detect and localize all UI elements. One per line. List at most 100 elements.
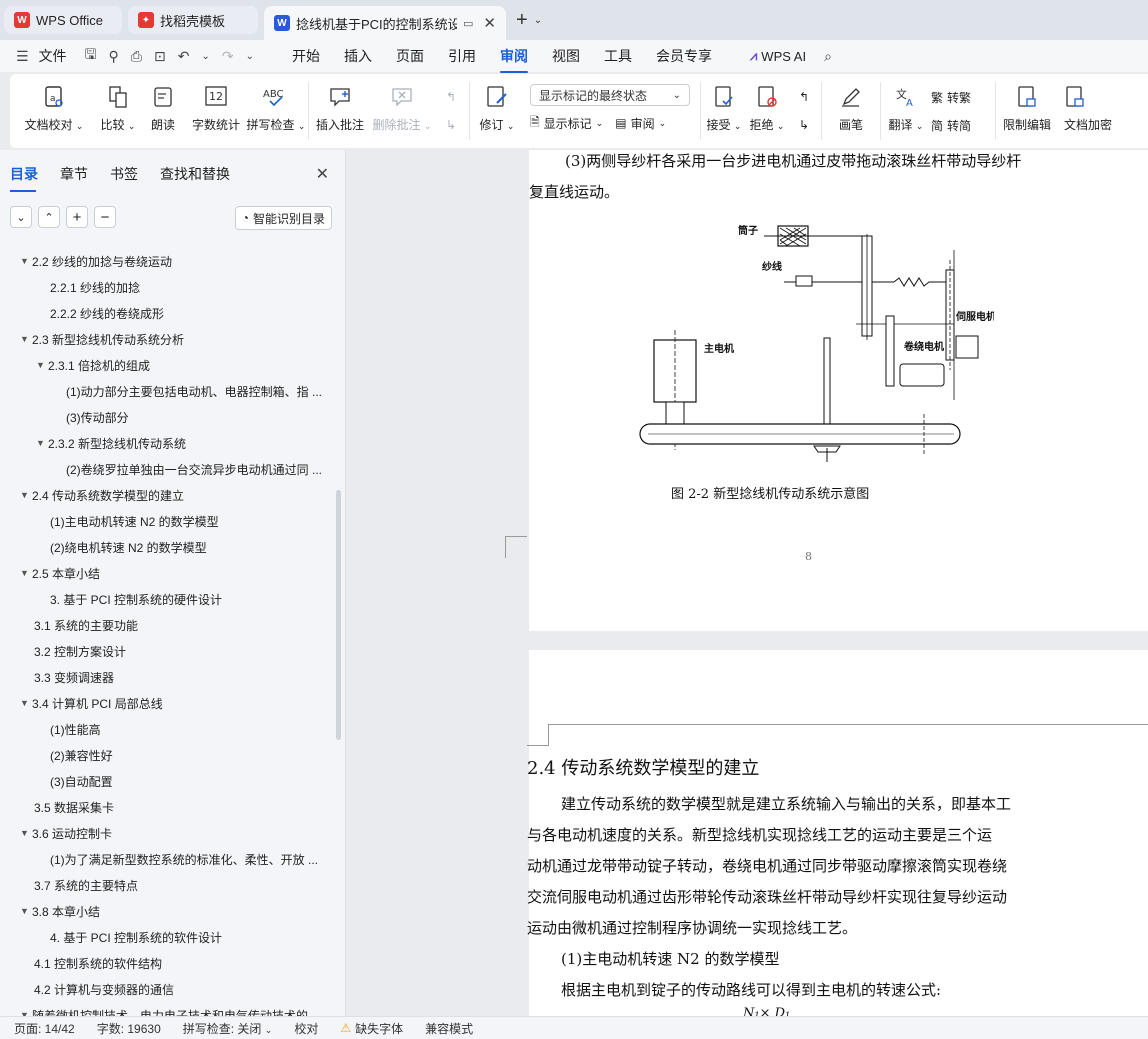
doc-proof-button[interactable]: a 文档校对 ⌄ [10, 74, 98, 148]
toc-item[interactable]: 3.1 系统的主要功能 [0, 612, 340, 638]
toc-item[interactable]: (3)自动配置 [0, 768, 340, 794]
previous-revision-icon[interactable]: ↰ [799, 86, 809, 108]
nav-scrollbar[interactable] [336, 490, 341, 740]
smart-toc-button[interactable]: ◔ 智能识别目录 [234, 206, 332, 230]
toc-item[interactable]: ▼ 3.8 本章小结 [0, 898, 340, 924]
nav-tab-find-replace[interactable]: 查找和替换 [160, 164, 230, 192]
to-simplified-button[interactable]: 简 转简 [931, 114, 991, 136]
insert-comment-button[interactable]: 插入批注 [309, 74, 371, 148]
spell-check-button[interactable]: ABC 拼写检查 ⌄ [244, 74, 308, 148]
tab-current-document[interactable]: W 捻线机基于PCI的控制系统设计 ▭ ✕ [264, 6, 506, 40]
toc-item[interactable]: (2)绕电机转速 N2 的数学模型 [0, 534, 340, 560]
print-preview-icon[interactable]: ⊡ [148, 48, 172, 65]
expand-arrow-icon[interactable]: ▼ [20, 490, 32, 500]
word-count-button[interactable]: 12 字数统计 [188, 74, 244, 148]
restrict-edit-button[interactable]: 限制编辑 [996, 74, 1058, 148]
expand-down-button[interactable]: ⌄ [10, 206, 32, 228]
toc-item[interactable]: 4. 基于 PCI 控制系统的软件设计 [0, 924, 340, 950]
menu-file[interactable]: 文件 [35, 46, 79, 66]
word-count-status[interactable]: 字数: 19630 [97, 1020, 161, 1037]
print-icon[interactable]: ⎙ [125, 48, 148, 65]
menu-tools[interactable]: 工具 [592, 46, 644, 66]
toc-item[interactable]: ▼ 3.6 运动控制卡 [0, 820, 340, 846]
nav-tab-sections[interactable]: 章节 [60, 164, 88, 192]
toc-item[interactable]: 2.2.2 纱线的卷绕成形 [0, 300, 340, 326]
toc-item[interactable]: ▼ 随着微机控制技术、电力电子技术和电气传动技术的 [0, 1002, 340, 1017]
nav-tab-toc[interactable]: 目录 [10, 164, 38, 192]
undo-icon[interactable]: ↶ [172, 48, 196, 65]
toc-item[interactable]: (3)传动部分 [0, 404, 340, 430]
add-heading-button[interactable]: + [66, 206, 88, 228]
toc-item[interactable]: (1)主电动机转速 N2 的数学模型 [0, 508, 340, 534]
proof-status[interactable]: 校对 [294, 1020, 318, 1037]
review-pane-button[interactable]: ▤ 审阅 ⌄ [615, 112, 666, 134]
toc-item[interactable]: (1)性能高 [0, 716, 340, 742]
translate-button[interactable]: 文A 翻译 ⌄ [881, 74, 931, 148]
expand-arrow-icon[interactable]: ▼ [20, 256, 32, 266]
next-comment-icon[interactable]: ↳ [446, 114, 456, 136]
nav-tab-bookmarks[interactable]: 书签 [110, 164, 138, 192]
toc-item[interactable]: 2.2.1 纱线的加捻 [0, 274, 340, 300]
compare-button[interactable]: 比较 ⌄ [98, 74, 138, 148]
expand-arrow-icon[interactable]: ▼ [20, 906, 32, 916]
search-icon[interactable]: ⌕ [818, 48, 838, 65]
toc-item[interactable]: 4.1 控制系统的软件结构 [0, 950, 340, 976]
toc-item[interactable]: 3. 基于 PCI 控制系统的硬件设计 [0, 586, 340, 612]
chevron-down-icon[interactable]: ⌄ [534, 15, 542, 26]
close-icon[interactable]: ✕ [316, 164, 329, 184]
toc-item[interactable]: (2)兼容性好 [0, 742, 340, 768]
close-tab-icon[interactable]: ✕ [483, 14, 496, 32]
redo-icon[interactable]: ↷ [216, 48, 240, 65]
toc-item[interactable]: (2)卷绕罗拉单独由一台交流异步电动机通过同 ... [0, 456, 340, 482]
menu-page[interactable]: 页面 [384, 46, 436, 66]
menu-member[interactable]: 会员专享 [644, 46, 724, 66]
expand-arrow-icon[interactable]: ▼ [20, 568, 32, 578]
toc-item[interactable]: ▼ 2.3.2 新型捻线机传动系统 [0, 430, 340, 456]
menu-references[interactable]: 引用 [436, 46, 488, 66]
toc-item[interactable]: ▼ 2.4 传动系统数学模型的建立 [0, 482, 340, 508]
toc-item[interactable]: ▼ 2.5 本章小结 [0, 560, 340, 586]
remove-heading-button[interactable]: − [94, 206, 116, 228]
toc-item[interactable]: 3.7 系统的主要特点 [0, 872, 340, 898]
track-changes-button[interactable]: 修订 ⌄ [470, 74, 524, 148]
toc-item[interactable]: ▼ 2.3.1 倍捻机的组成 [0, 352, 340, 378]
menu-view[interactable]: 视图 [540, 46, 592, 66]
toc-item[interactable]: 3.3 变频调速器 [0, 664, 340, 690]
read-aloud-button[interactable]: 朗读 [138, 74, 188, 148]
previous-comment-icon[interactable]: ↰ [446, 86, 456, 108]
save-icon[interactable]: 🖫 [79, 44, 103, 68]
expand-arrow-icon[interactable]: ▼ [20, 828, 32, 838]
spell-check-status[interactable]: 拼写检查: 关闭 ⌄ [183, 1020, 273, 1037]
format-painter-icon[interactable]: ⚲ [103, 48, 125, 65]
undo-dropdown-icon[interactable]: ⌄ [195, 51, 215, 62]
monitor-icon[interactable]: ▭ [463, 17, 473, 30]
toc-item[interactable]: ▼ 3.4 计算机 PCI 局部总线 [0, 690, 340, 716]
ink-button[interactable]: 画笔 [822, 74, 880, 148]
missing-font-status[interactable]: ⚠ 缺失字体 [340, 1020, 403, 1037]
next-revision-icon[interactable]: ↳ [799, 114, 809, 136]
toc-item[interactable]: ▼ 2.3 新型捻线机传动系统分析 [0, 326, 340, 352]
menu-insert[interactable]: 插入 [332, 46, 384, 66]
show-markup-button[interactable]: 🗎 显示标记 ⌄ [530, 112, 603, 134]
hamburger-menu-icon[interactable]: ☰ [10, 48, 35, 65]
tab-wps-office[interactable]: W WPS Office [4, 6, 122, 34]
accept-button[interactable]: 接受 ⌄ [701, 74, 747, 148]
markup-state-dropdown[interactable]: 显示标记的最终状态 ⌄ [530, 84, 690, 106]
tab-docer-templates[interactable]: ✦ 找稻壳模板 [128, 6, 258, 34]
reject-button[interactable]: 拒绝 ⌄ [747, 74, 787, 148]
toc-item[interactable]: (1)动力部分主要包括电动机、电器控制箱、指 ... [0, 378, 340, 404]
doc-encrypt-button[interactable]: 文档加密 [1058, 74, 1112, 148]
toc-item[interactable]: 3.2 控制方案设计 [0, 638, 340, 664]
toc-item[interactable]: 4.2 计算机与变频器的通信 [0, 976, 340, 1002]
collapse-up-button[interactable]: ⌃ [38, 206, 60, 228]
expand-arrow-icon[interactable]: ▼ [36, 438, 48, 448]
to-traditional-button[interactable]: 繁 转繁 [931, 86, 991, 108]
toc-item[interactable]: (1)为了满足新型数控系统的标准化、柔性、开放 ... [0, 846, 340, 872]
menu-home[interactable]: 开始 [280, 46, 332, 66]
more-dropdown-icon[interactable]: ⌄ [240, 51, 260, 62]
expand-arrow-icon[interactable]: ▼ [36, 360, 48, 370]
expand-arrow-icon[interactable]: ▼ [20, 334, 32, 344]
delete-comment-button[interactable]: 删除批注 ⌄ [371, 74, 433, 148]
toc-item[interactable]: 3.5 数据采集卡 [0, 794, 340, 820]
toc-item[interactable]: ▼ 2.2 纱线的加捻与卷绕运动 [0, 248, 340, 274]
